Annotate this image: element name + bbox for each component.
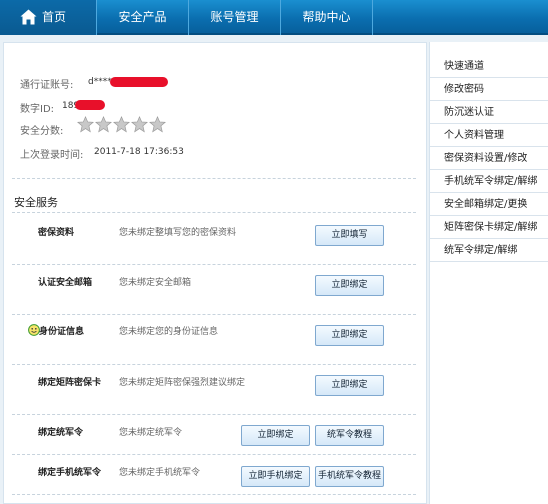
main-panel: 通行证账号: d**** 数字ID: 189 安全分数: 上次登录时间: 201…: [3, 42, 427, 504]
service-name: 认证安全邮箱: [38, 278, 93, 288]
star-icon: [77, 116, 94, 133]
service-description: 您未绑定整填写您的密保资料: [119, 228, 237, 238]
redaction-mark: [110, 77, 168, 87]
service-row-mobile-token: 绑定手机统军令 您未绑定手机统军令 立即手机绑定 手机统军令教程: [4, 455, 426, 504]
home-icon: [20, 9, 37, 25]
sidebar-item-anti-addiction[interactable]: 防沉迷认证: [430, 101, 548, 124]
star-icon: [131, 116, 148, 133]
service-name: 绑定矩阵密保卡: [38, 378, 102, 388]
bind-matrix-card-button[interactable]: 立即绑定: [315, 375, 384, 396]
service-row-security-email: 认证安全邮箱 您未绑定安全邮箱 立即绑定: [4, 265, 426, 315]
sidebar-item-matrix-card[interactable]: 矩阵密保卡绑定/解绑: [430, 216, 548, 239]
nav-account-management[interactable]: 账号管理: [189, 0, 281, 35]
quick-links-sidebar: 快速通道 修改密码 防沉迷认证 个人资料管理 密保资料设置/修改 手机统军令绑定…: [429, 42, 548, 504]
bind-token-button[interactable]: 立即绑定: [241, 425, 310, 446]
star-icon: [113, 116, 130, 133]
star-icon: [149, 116, 166, 133]
service-name: 密保资料: [38, 228, 75, 238]
sidebar-item-profile[interactable]: 个人资料管理: [430, 124, 548, 147]
service-row-id-card: 身份证信息 您未绑定您的身份证信息 立即绑定: [4, 315, 426, 365]
service-name: 身份证信息: [39, 327, 85, 337]
bind-mobile-token-button[interactable]: 立即手机绑定: [241, 466, 310, 487]
score-label: 安全分数:: [20, 126, 64, 137]
service-row-security-info: 密保资料 您未绑定整填写您的密保资料 立即填写: [4, 213, 426, 263]
digital-id-label: 数字ID:: [20, 104, 55, 115]
sidebar-item-security-info[interactable]: 密保资料设置/修改: [430, 147, 548, 170]
divider: [12, 178, 416, 179]
sidebar-item-token[interactable]: 统军令绑定/解绑: [430, 239, 548, 262]
nav-home-label: 首页: [42, 10, 67, 24]
nav-security-products[interactable]: 安全产品: [97, 0, 189, 35]
service-description: 您未绑定手机统军令: [119, 468, 201, 478]
top-navigation: 首页 安全产品 账号管理 帮助中心: [0, 0, 548, 35]
passport-label: 通行证账号:: [20, 80, 74, 91]
bind-id-card-button[interactable]: 立即绑定: [315, 325, 384, 346]
nav-help-center[interactable]: 帮助中心: [281, 0, 373, 35]
redaction-mark: [75, 100, 105, 110]
sidebar-item-mobile-token[interactable]: 手机统军令绑定/解绑: [430, 170, 548, 193]
security-services-title: 安全服务: [14, 196, 58, 209]
service-name: 绑定手机统军令: [38, 468, 102, 478]
sidebar-item-change-password[interactable]: 修改密码: [430, 78, 548, 101]
sidebar-heading-quick-access: 快速通道: [430, 55, 548, 78]
last-login-value: 2011-7-18 17:36:53: [94, 147, 184, 157]
bind-email-button[interactable]: 立即绑定: [315, 275, 384, 296]
divider: [12, 494, 416, 495]
star-icon: [95, 116, 112, 133]
sidebar-item-security-email[interactable]: 安全邮箱绑定/更换: [430, 193, 548, 216]
service-description: 您未绑定统军令: [119, 428, 183, 438]
mobile-token-tutorial-button[interactable]: 手机统军令教程: [315, 466, 384, 487]
service-description: 您未绑定矩阵密保强烈建议绑定: [119, 378, 246, 388]
passport-value: d****: [88, 77, 112, 87]
service-description: 您未绑定您的身份证信息: [119, 327, 219, 337]
service-name: 绑定统军令: [38, 428, 84, 438]
nav-home[interactable]: 首页: [0, 0, 97, 35]
service-description: 您未绑定安全邮箱: [119, 278, 192, 288]
last-login-label: 上次登录时间:: [20, 150, 84, 161]
fill-now-button[interactable]: 立即填写: [315, 225, 384, 246]
token-tutorial-button[interactable]: 统军令教程: [315, 425, 384, 446]
service-row-matrix-card: 绑定矩阵密保卡 您未绑定矩阵密保强烈建议绑定 立即绑定: [4, 365, 426, 415]
